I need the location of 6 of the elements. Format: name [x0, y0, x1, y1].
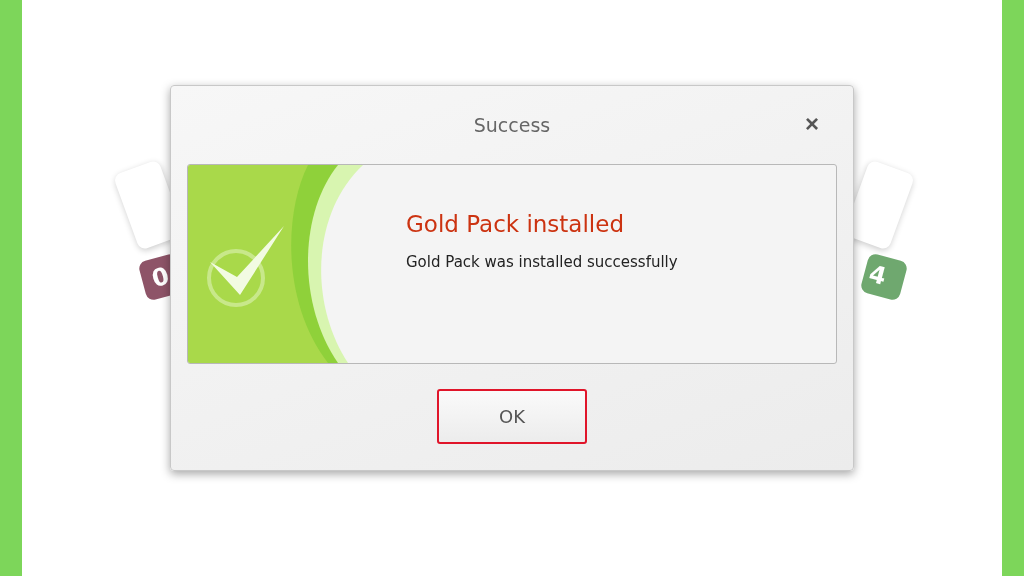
message-text: Gold Pack was installed successfully — [406, 253, 678, 271]
card-badge: 4 — [859, 252, 909, 302]
dialog-title: Success — [473, 114, 551, 136]
message-heading: Gold Pack installed — [406, 211, 625, 237]
ok-button[interactable]: OK — [437, 389, 587, 444]
close-button[interactable]: × — [801, 112, 823, 136]
